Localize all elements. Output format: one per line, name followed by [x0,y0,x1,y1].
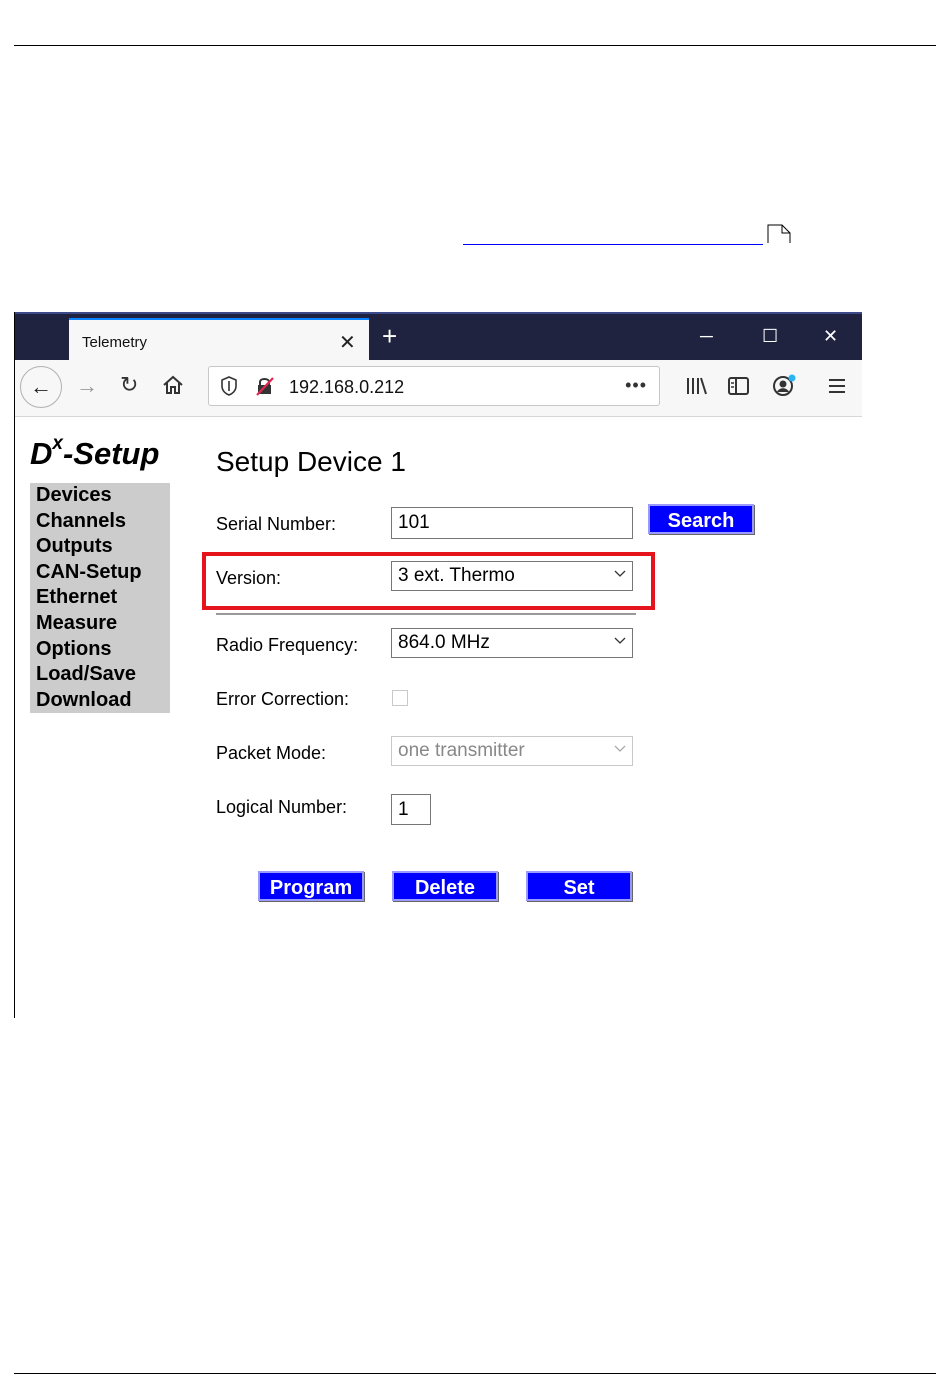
tab-close-icon[interactable]: ✕ [339,330,356,355]
home-icon[interactable] [162,374,184,396]
menu-icon[interactable] [828,378,846,394]
url-text[interactable]: 192.168.0.212 [289,377,404,398]
packet-mode-value: one transmitter [398,740,525,761]
set-button[interactable]: Set [526,871,632,901]
reload-icon[interactable]: ↻ [120,372,138,398]
top-rule [14,45,936,46]
radio-frequency-select[interactable]: 864.0 MHz [391,628,633,658]
hyperlink-underline[interactable] [463,244,763,245]
chevron-down-icon [614,637,626,644]
sidebar-item-devices[interactable]: Devices [30,483,170,509]
sidebar-item-measure[interactable]: Measure [30,611,170,637]
program-button[interactable]: Program [258,871,364,901]
logical-number-input[interactable]: 1 [391,794,431,825]
address-bar[interactable]: 192.168.0.212 ••• [208,366,660,406]
library-icon[interactable] [686,376,708,396]
sidebar-menu: Devices Channels Outputs CAN-Setup Ether… [30,483,170,713]
note-icon [767,224,791,243]
browser-tab[interactable]: Telemetry ✕ [69,318,369,362]
sidebar-toggle-icon[interactable] [728,376,750,396]
sidebar-item-can-setup[interactable]: CAN-Setup [30,560,170,586]
version-value: 3 ext. Thermo [398,565,515,586]
serial-number-label: Serial Number: [216,514,337,534]
window-close-icon[interactable]: ✕ [823,326,838,346]
sidebar-item-load-save[interactable]: Load/Save [30,662,170,688]
sidebar-item-download[interactable]: Download [30,688,170,714]
account-icon[interactable] [771,372,797,398]
sidebar-item-options[interactable]: Options [30,637,170,663]
sidebar-item-outputs[interactable]: Outputs [30,534,170,560]
browser-titlebar: Telemetry ✕ + ─ ☐ ✕ [14,312,862,362]
screenshot-left-border [14,312,15,1018]
sidebar-item-ethernet[interactable]: Ethernet [30,585,170,611]
radio-frequency-value: 864.0 MHz [398,632,490,653]
browser-screenshot: Telemetry ✕ + ─ ☐ ✕ ← → ↻ 192.168.0.212 [14,312,862,1018]
error-correction-checkbox[interactable] [392,690,408,706]
shield-icon[interactable] [221,376,237,396]
radio-frequency-label: Radio Frequency: [216,635,359,655]
maximize-icon[interactable]: ☐ [762,326,778,346]
forward-arrow-icon[interactable]: → [76,373,98,399]
browser-navbar: ← → ↻ 192.168.0.212 ••• [14,360,862,417]
chevron-down-icon [614,745,626,752]
version-select[interactable]: 3 ext. Thermo [391,561,633,591]
tab-title: Telemetry [82,334,148,351]
minimize-icon[interactable]: ─ [700,326,713,346]
new-tab-icon[interactable]: + [382,322,397,350]
divider [216,613,636,615]
dx-setup-logo: Dx-Setup [30,432,160,471]
search-button[interactable]: Search [648,504,754,534]
packet-mode-label: Packet Mode: [216,743,327,763]
serial-number-input[interactable]: 101 [391,507,633,539]
bottom-rule [14,1373,936,1374]
error-correction-label: Error Correction: [216,689,350,709]
version-label: Version: [216,568,282,588]
chevron-down-icon [614,570,626,577]
delete-button[interactable]: Delete [392,871,498,901]
sidebar-item-channels[interactable]: Channels [30,509,170,535]
packet-mode-select[interactable]: one transmitter [391,736,633,766]
page-actions-icon[interactable]: ••• [625,375,647,396]
insecure-lock-icon[interactable] [255,376,275,396]
logical-number-label: Logical Number: [216,797,348,817]
page-title: Setup Device 1 [216,446,406,477]
back-arrow-icon[interactable]: ← [20,366,62,408]
